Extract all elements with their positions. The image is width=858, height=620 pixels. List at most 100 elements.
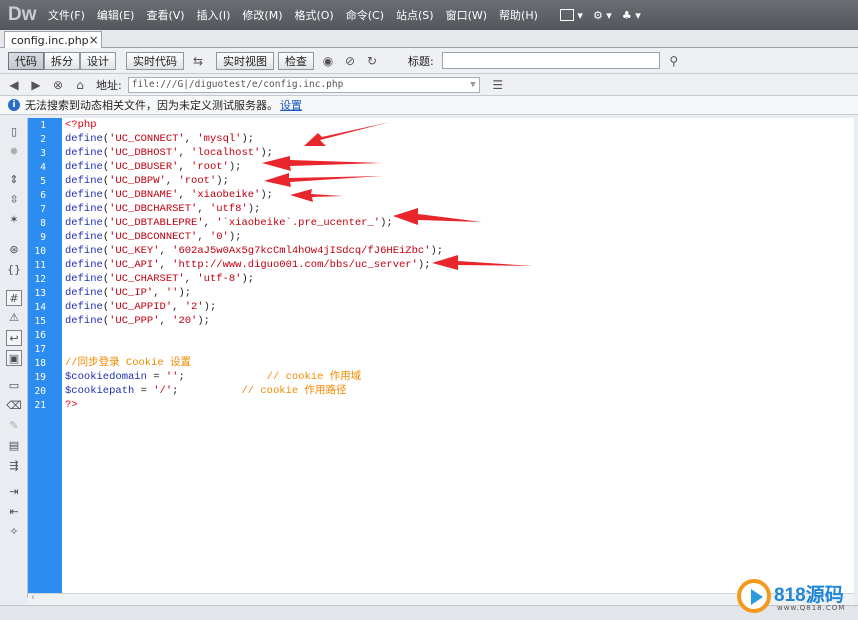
live-code-button[interactable]: 实时代码 <box>126 51 184 70</box>
collapse-full-tag-icon[interactable]: ⇕ <box>6 172 22 188</box>
syntax-error-icon[interactable]: ▣ <box>6 350 22 366</box>
menu-help[interactable]: 帮助(H) <box>499 7 538 23</box>
format-source-icon[interactable]: ✧ <box>6 524 22 540</box>
code-line: define('UC_DBCONNECT', '0'); <box>65 231 242 243</box>
browser-preview-icon[interactable]: ◉ <box>320 53 336 69</box>
sitemap-icon: ♣ <box>621 8 632 22</box>
code-editor[interactable]: <?php define('UC_CONNECT', 'mysql'); def… <box>62 118 854 593</box>
coding-toolbar: ▯ ✹ ⇕ ⇳ ✶ ⊛ {} # ⚠ ↩ ▣ ▭ ⌫ ✎ ▤ ⇶ ⇥ ⇤ ✧ <box>0 118 28 598</box>
refresh-icon[interactable]: ↻ <box>364 53 380 69</box>
check-page-icon[interactable]: ⚲ <box>666 53 682 69</box>
menu-window[interactable]: 窗口(W) <box>446 7 487 23</box>
line-number: 11 <box>34 260 46 271</box>
info-bar: i 无法搜索到动态相关文件，因为未定义测试服务器。 设置 <box>0 96 858 115</box>
forward-icon[interactable]: ▶ <box>28 77 44 93</box>
code-line: $cookiepath = '/'; // cookie 作用路径 <box>65 385 347 397</box>
menu-commands[interactable]: 命令(C) <box>346 7 384 23</box>
code-line: define('UC_CHARSET', 'utf-8'); <box>65 273 255 285</box>
status-bar <box>0 605 858 620</box>
line-number: 18 <box>34 358 46 369</box>
code-line: define('UC_IP', ''); <box>65 287 192 299</box>
line-number: 14 <box>34 302 46 313</box>
visual-aids-icon[interactable]: ⊘ <box>342 53 358 69</box>
line-number: 9 <box>40 232 46 243</box>
outdent-icon[interactable]: ⇤ <box>6 504 22 520</box>
stop-icon[interactable]: ⊗ <box>50 77 66 93</box>
line-number: 2 <box>40 134 46 145</box>
split-view-button[interactable]: 拆分 <box>44 51 80 70</box>
expand-all-icon[interactable]: ✶ <box>6 212 22 228</box>
title-input[interactable] <box>441 52 660 69</box>
line-number: 15 <box>34 316 46 327</box>
code-line: define('UC_DBUSER', 'root'); <box>65 161 242 173</box>
layout-menu[interactable]: ▾ <box>559 9 583 22</box>
gear-icon: ⚙ <box>592 8 603 22</box>
address-input[interactable]: file:///G|/diguotest/e/config.inc.php ▼ <box>127 76 480 93</box>
menu-edit[interactable]: 编辑(E) <box>97 7 135 23</box>
open-documents-icon[interactable]: ▯ <box>6 124 22 140</box>
document-toolbar: 代码 拆分 设计 实时代码 ⇆ 实时视图 检查 ◉ ⊘ ↻ 标题: ⚲ <box>0 48 858 74</box>
menu-items: 文件(F) 编辑(E) 查看(V) 插入(I) 修改(M) 格式(O) 命令(C… <box>48 7 550 23</box>
menu-bar: Dw 文件(F) 编辑(E) 查看(V) 插入(I) 修改(M) 格式(O) 命… <box>0 0 858 30</box>
setup-link[interactable]: 设置 <box>280 97 302 113</box>
highlight-invalid-icon[interactable]: ⚠ <box>6 310 22 326</box>
horizontal-scrollbar[interactable]: ‹ <box>28 592 854 605</box>
code-line: define('UC_DBNAME', 'xiaobeike'); <box>65 189 273 201</box>
menu-file[interactable]: 文件(F) <box>48 7 85 23</box>
live-view-button[interactable]: 实时视图 <box>216 51 274 70</box>
view-mode-group: 代码 拆分 设计 <box>8 51 116 70</box>
select-parent-tag-icon[interactable]: ⊛ <box>6 242 22 258</box>
info-message: 无法搜索到动态相关文件，因为未定义测试服务器。 <box>25 99 278 112</box>
wrap-tag-icon[interactable]: ✎ <box>6 418 22 434</box>
code-line: //同步登录 Cookie 设置 <box>65 357 192 369</box>
browser-nav-options-icon[interactable]: ☰ <box>490 77 506 93</box>
menu-insert[interactable]: 插入(I) <box>197 7 231 23</box>
related-files-icon[interactable]: ✹ <box>6 144 22 160</box>
design-view-button[interactable]: 设计 <box>80 51 116 70</box>
balance-braces-icon[interactable]: {} <box>6 262 22 278</box>
scroll-left-icon[interactable]: ‹ <box>31 592 35 603</box>
line-number: 3 <box>40 148 46 159</box>
play-logo-icon <box>737 579 771 613</box>
tab-filename: config.inc.php <box>11 33 89 47</box>
document-tab-bar: config.inc.php × <box>0 30 858 48</box>
close-icon[interactable]: × <box>89 33 99 47</box>
menu-format[interactable]: 格式(O) <box>294 7 333 23</box>
chevron-down-icon[interactable]: ▼ <box>470 78 475 92</box>
code-line: define('UC_APPID', '2'); <box>65 301 217 313</box>
line-number: 6 <box>40 190 46 201</box>
menu-site[interactable]: 站点(S) <box>396 7 434 23</box>
line-number-gutter: 1 2 3 4 5 6 7 8 9 10 11 12 13 14 15 16 1… <box>28 118 62 593</box>
inspect-button[interactable]: 检查 <box>278 51 314 70</box>
home-icon[interactable]: ⌂ <box>72 77 88 93</box>
info-icon: i <box>8 99 20 111</box>
address-label: 地址: <box>96 78 122 92</box>
line-number: 16 <box>34 330 46 341</box>
word-wrap-icon[interactable]: ↩ <box>6 330 22 346</box>
apply-comment-icon[interactable]: ▭ <box>6 378 22 394</box>
layout-icon <box>559 9 574 21</box>
menu-view[interactable]: 查看(V) <box>146 7 184 23</box>
indent-icon[interactable]: ⇥ <box>6 484 22 500</box>
back-icon[interactable]: ◀ <box>6 77 22 93</box>
site-menu[interactable]: ♣ ▾ <box>622 9 641 22</box>
extend-menu[interactable]: ⚙ ▾ <box>593 9 612 22</box>
watermark-url: www.Q818.COM <box>777 604 846 612</box>
code-line: $cookiedomain = ''; // cookie 作用域 <box>65 371 362 383</box>
code-line: define('UC_DBCHARSET', 'utf8'); <box>65 203 261 215</box>
move-css-icon[interactable]: ⇶ <box>6 458 22 474</box>
line-number: 20 <box>34 386 46 397</box>
document-tab[interactable]: config.inc.php × <box>4 31 102 48</box>
collapse-selection-icon[interactable]: ⇳ <box>6 192 22 208</box>
line-number: 7 <box>40 204 46 215</box>
line-number: 12 <box>34 274 46 285</box>
remove-comment-icon[interactable]: ⌫ <box>6 398 22 414</box>
inspect-source-icon[interactable]: ⇆ <box>190 53 206 69</box>
line-numbers-icon[interactable]: # <box>6 290 22 306</box>
line-number: 1 <box>40 120 46 131</box>
recent-snippets-icon[interactable]: ▤ <box>6 438 22 454</box>
code-line: define('UC_DBPW', 'root'); <box>65 175 229 187</box>
menu-modify[interactable]: 修改(M) <box>242 7 282 23</box>
line-number: 21 <box>34 400 46 411</box>
code-view-button[interactable]: 代码 <box>8 51 44 70</box>
